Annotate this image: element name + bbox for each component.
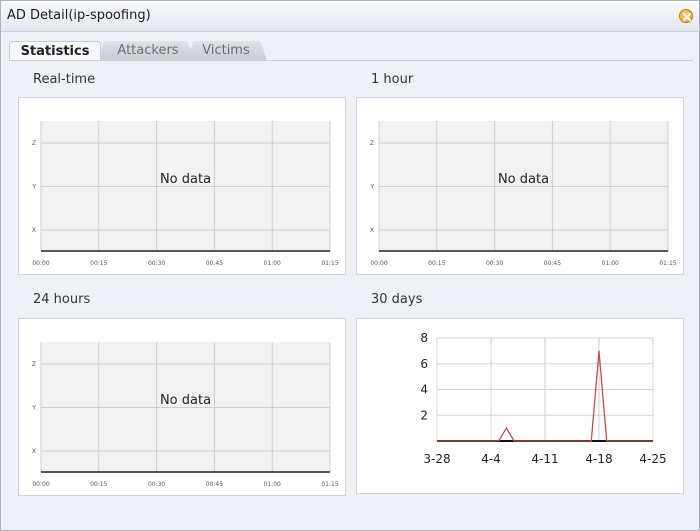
day-title: 24 hours bbox=[33, 292, 91, 307]
y-tick-label: Z bbox=[32, 361, 36, 368]
x-tick-label: 01:15 bbox=[659, 260, 676, 267]
tab-attackers[interactable]: Attackers bbox=[101, 41, 195, 61]
x-tick-label: 00:30 bbox=[486, 260, 503, 267]
hour-chart: 00:00 00:15 00:30 00:45 01:00 01:15 Z Y X No data bbox=[369, 121, 677, 267]
y-tick-label: 2 bbox=[420, 408, 428, 422]
month-title: 30 days bbox=[371, 292, 423, 307]
x-tick-label: 00:00 bbox=[32, 260, 49, 267]
ad-detail-dialog: AD Detail(ip-spoofing) Attackers Victims… bbox=[0, 0, 700, 531]
y-tick-label: X bbox=[32, 448, 36, 455]
x-tick-label: 00:00 bbox=[370, 260, 387, 267]
dialog-title: AD Detail(ip-spoofing) bbox=[7, 8, 151, 23]
y-tick-label: Y bbox=[31, 184, 36, 191]
x-tick-label: 00:45 bbox=[206, 260, 223, 267]
y-tick-label: X bbox=[370, 227, 374, 234]
x-tick-label: 01:15 bbox=[321, 481, 338, 488]
tab-statistics[interactable]: Statistics bbox=[9, 41, 101, 61]
day-chart-panel: 00:00 00:15 00:30 00:45 01:00 01:15 Z Y X No data bbox=[18, 318, 346, 496]
month-chart-panel: 3-28 4-4 4-11 4-18 4-25 2 4 6 8 bbox=[356, 318, 684, 494]
x-tick-label: 00:45 bbox=[206, 481, 223, 488]
x-tick-label: 00:15 bbox=[90, 481, 107, 488]
realtime-chart: 00:00 00:15 00:30 00:45 01:00 01:15 Z Y X No data bbox=[31, 121, 339, 267]
realtime-chart-panel: 00:00 00:15 00:30 00:45 01:00 01:15 Z Y X No data bbox=[18, 97, 346, 275]
x-tick-label: 00:30 bbox=[148, 481, 165, 488]
no-data-message: No data bbox=[160, 172, 211, 187]
x-tick-label: 00:45 bbox=[544, 260, 561, 267]
no-data-message: No data bbox=[160, 393, 211, 408]
hour-title: 1 hour bbox=[371, 72, 414, 87]
y-tick-label: Y bbox=[369, 184, 374, 191]
y-tick-label: 4 bbox=[420, 383, 428, 397]
realtime-title: Real-time bbox=[33, 72, 96, 87]
x-tick-label: 00:30 bbox=[148, 260, 165, 267]
x-tick-label: 00:15 bbox=[428, 260, 445, 267]
month-chart: 3-28 4-4 4-11 4-18 4-25 2 4 6 8 bbox=[420, 331, 666, 466]
y-tick-label: 6 bbox=[420, 357, 428, 371]
tab-victims[interactable]: Victims bbox=[189, 41, 263, 61]
x-tick-label: 4-11 bbox=[531, 452, 558, 466]
x-tick-label: 4-4 bbox=[481, 452, 501, 466]
y-tick-label: Z bbox=[32, 140, 36, 147]
y-tick-label: Y bbox=[31, 405, 36, 412]
x-tick-label: 00:15 bbox=[90, 260, 107, 267]
x-tick-label: 4-25 bbox=[639, 452, 666, 466]
x-tick-label: 3-28 bbox=[423, 452, 450, 466]
y-tick-label: 8 bbox=[420, 331, 428, 345]
title-bar: AD Detail(ip-spoofing) bbox=[1, 1, 699, 32]
x-tick-label: 4-18 bbox=[585, 452, 612, 466]
close-icon bbox=[683, 13, 691, 21]
tab-bar: Attackers Victims Statistics bbox=[9, 41, 693, 61]
x-tick-label: 00:00 bbox=[32, 481, 49, 488]
day-chart: 00:00 00:15 00:30 00:45 01:00 01:15 Z Y X No data bbox=[31, 342, 339, 488]
close-button[interactable] bbox=[679, 9, 693, 23]
hour-chart-panel: 00:00 00:15 00:30 00:45 01:00 01:15 Z Y X No data bbox=[356, 97, 684, 275]
x-tick-label: 01:00 bbox=[264, 260, 281, 267]
x-tick-label: 01:00 bbox=[602, 260, 619, 267]
x-tick-label: 01:00 bbox=[264, 481, 281, 488]
no-data-message: No data bbox=[498, 172, 549, 187]
y-tick-label: X bbox=[32, 227, 36, 234]
x-tick-label: 01:15 bbox=[321, 260, 338, 267]
y-tick-label: Z bbox=[370, 140, 374, 147]
